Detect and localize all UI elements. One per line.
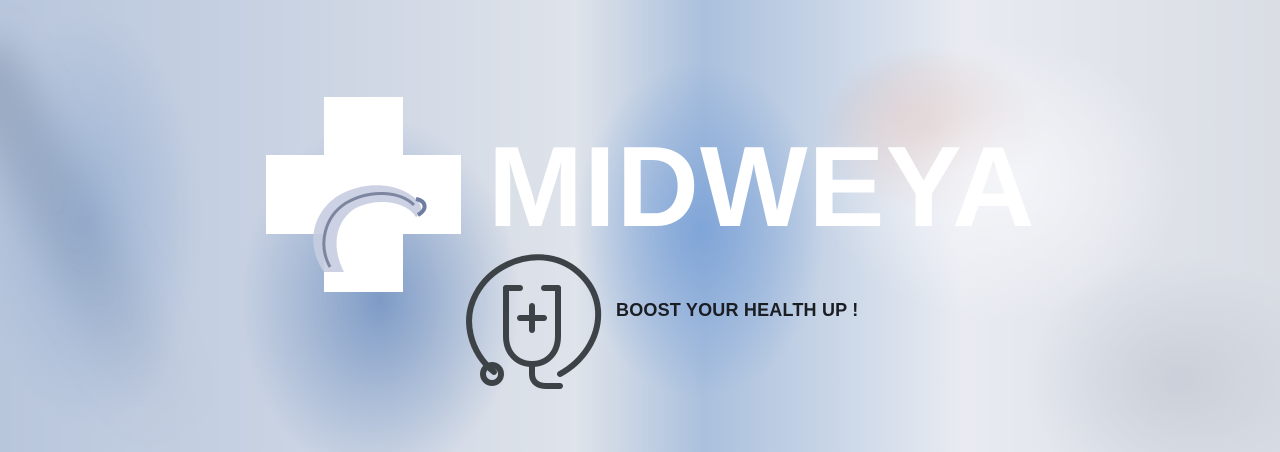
hero-banner: MIDWEYA BOOST YOUR HEALTH UP ! xyxy=(0,0,1280,452)
brand-logo: MIDWEYA xyxy=(0,0,1280,452)
medical-cross-logo-icon xyxy=(266,97,461,292)
tagline: BOOST YOUR HEALTH UP ! xyxy=(616,300,859,320)
brand-name: MIDWEYA xyxy=(488,124,1036,251)
stethoscope-plus-icon xyxy=(466,254,602,389)
